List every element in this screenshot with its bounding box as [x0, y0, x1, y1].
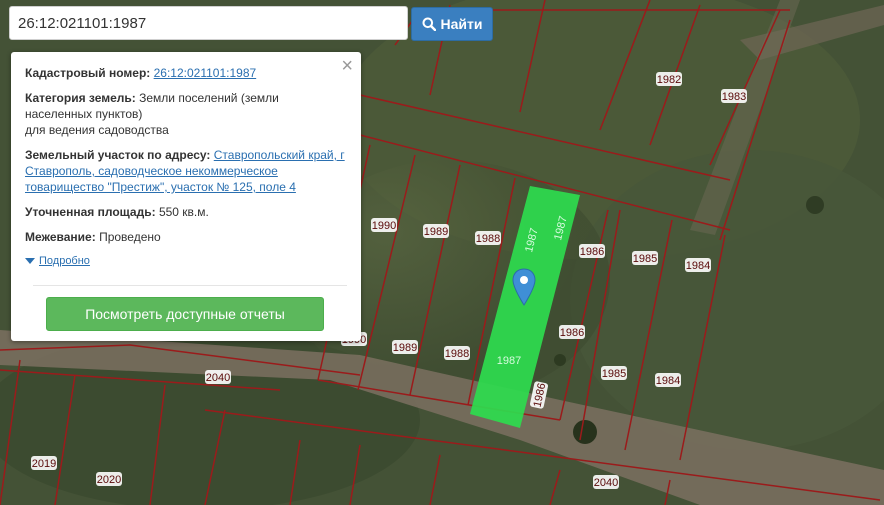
area-value: 550 кв.м. — [158, 205, 209, 219]
category-label: Категория земель: — [25, 91, 136, 105]
view-reports-button[interactable]: Посмотреть доступные отчеты — [46, 297, 324, 331]
area-row: Уточненная площадь: 550 кв.м. — [25, 204, 347, 220]
address-link-line3[interactable]: товарищество "Престиж", участок № 125, п… — [25, 180, 296, 194]
plot-label-2040-lower: 2040 — [594, 477, 618, 489]
details-link[interactable]: Подробно — [39, 253, 90, 269]
parcel-info-popup: × Кадастровый номер: 26:12:021101:1987 К… — [11, 52, 361, 341]
category-value-line3: для ведения садоводства — [25, 123, 169, 137]
category-value-line2: населенных пунктов) — [25, 107, 143, 121]
plot-label-2019: 2019 — [32, 458, 56, 470]
plot-label-2020: 2020 — [97, 474, 121, 486]
category-row: Категория земель: Земли поселений (земли… — [25, 90, 347, 138]
plot-label-1983: 1983 — [722, 91, 746, 103]
plot-label-1989: 1989 — [424, 226, 448, 238]
category-value-line1: Земли поселений (земли — [139, 91, 279, 105]
plot-label-1982: 1982 — [657, 74, 681, 86]
close-icon[interactable]: × — [341, 56, 353, 76]
cadastral-label: Кадастровый номер: — [25, 66, 151, 80]
details-toggle[interactable]: Подробно — [25, 253, 347, 269]
cadastral-link[interactable]: 26:12:021101:1987 — [154, 66, 257, 80]
plot-label-1989-lower: 1989 — [393, 342, 417, 354]
survey-value: Проведено — [99, 230, 161, 244]
plot-label-1990: 1990 — [372, 220, 396, 232]
plot-label-1987-center: 1987 — [497, 355, 521, 367]
address-label: Земельный участок по адресу: — [25, 148, 211, 162]
plot-label-1984-lower: 1984 — [656, 375, 680, 387]
address-row: Земельный участок по адресу: Ставропольс… — [25, 147, 347, 195]
cadastral-row: Кадастровый номер: 26:12:021101:1987 — [25, 65, 347, 81]
plot-label-1988: 1988 — [476, 233, 500, 245]
search-icon — [422, 17, 436, 31]
search-button-label: Найти — [440, 16, 483, 32]
area-label: Уточненная площадь: — [25, 205, 156, 219]
plot-label-1986: 1986 — [580, 246, 604, 258]
plot-label-1985-lower: 1985 — [602, 368, 626, 380]
plot-label-1986-lower: 1986 — [560, 327, 584, 339]
search-input[interactable] — [9, 6, 408, 40]
plot-label-1988-lower: 1988 — [445, 348, 469, 360]
search-button[interactable]: Найти — [411, 7, 493, 41]
survey-label: Межевание: — [25, 230, 96, 244]
plot-label-2040: 2040 — [206, 372, 230, 384]
address-link-line1[interactable]: Ставропольский край, г — [214, 148, 345, 162]
divider — [33, 285, 347, 286]
survey-row: Межевание: Проведено — [25, 229, 347, 245]
view-reports-label: Посмотреть доступные отчеты — [85, 306, 285, 322]
address-link-line2[interactable]: Ставрополь, садоводческое некоммерческое — [25, 164, 278, 178]
plot-label-1984: 1984 — [686, 260, 710, 272]
plot-label-1985: 1985 — [633, 253, 657, 265]
caret-down-icon — [25, 258, 35, 264]
